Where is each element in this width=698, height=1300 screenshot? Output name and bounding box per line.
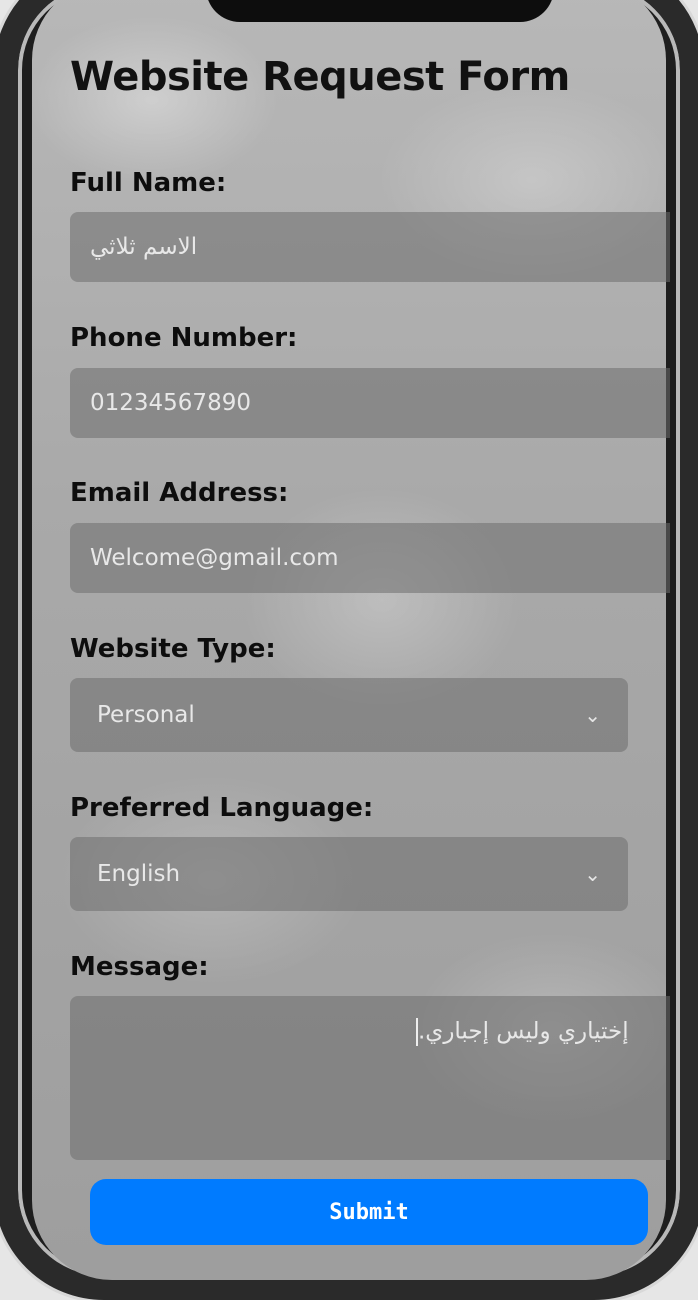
full-name-input[interactable]: الاسم ثلاثي [70,212,670,282]
full-name-label: Full Name: [70,168,227,198]
chevron-down-icon: ⌄ [584,703,601,727]
chevron-down-icon: ⌄ [584,862,601,886]
phone-number-label: Phone Number: [70,323,298,353]
email-address-label: Email Address: [70,478,289,508]
phone-notch [206,0,554,22]
email-address-value: Welcome@gmail.com [90,545,339,571]
preferred-language-select[interactable]: English ⌄ [70,837,628,911]
preferred-language-value: English [97,861,181,887]
message-value: إختياري وليس إجباري. [418,1018,629,1045]
email-address-input[interactable]: Welcome@gmail.com [70,523,670,593]
phone-number-input[interactable]: 01234567890 [70,368,670,438]
website-type-select[interactable]: Personal ⌄ [70,678,628,752]
message-label: Message: [70,952,209,982]
preferred-language-label: Preferred Language: [70,793,374,823]
page-title: Website Request Form [70,54,570,100]
website-type-value: Personal [97,702,195,728]
submit-button[interactable]: Submit [90,1179,648,1245]
website-type-label: Website Type: [70,634,276,664]
full-name-value: الاسم ثلاثي [90,234,198,260]
message-textarea[interactable]: إختياري وليس إجباري. [70,996,670,1160]
phone-number-value: 01234567890 [90,390,251,416]
